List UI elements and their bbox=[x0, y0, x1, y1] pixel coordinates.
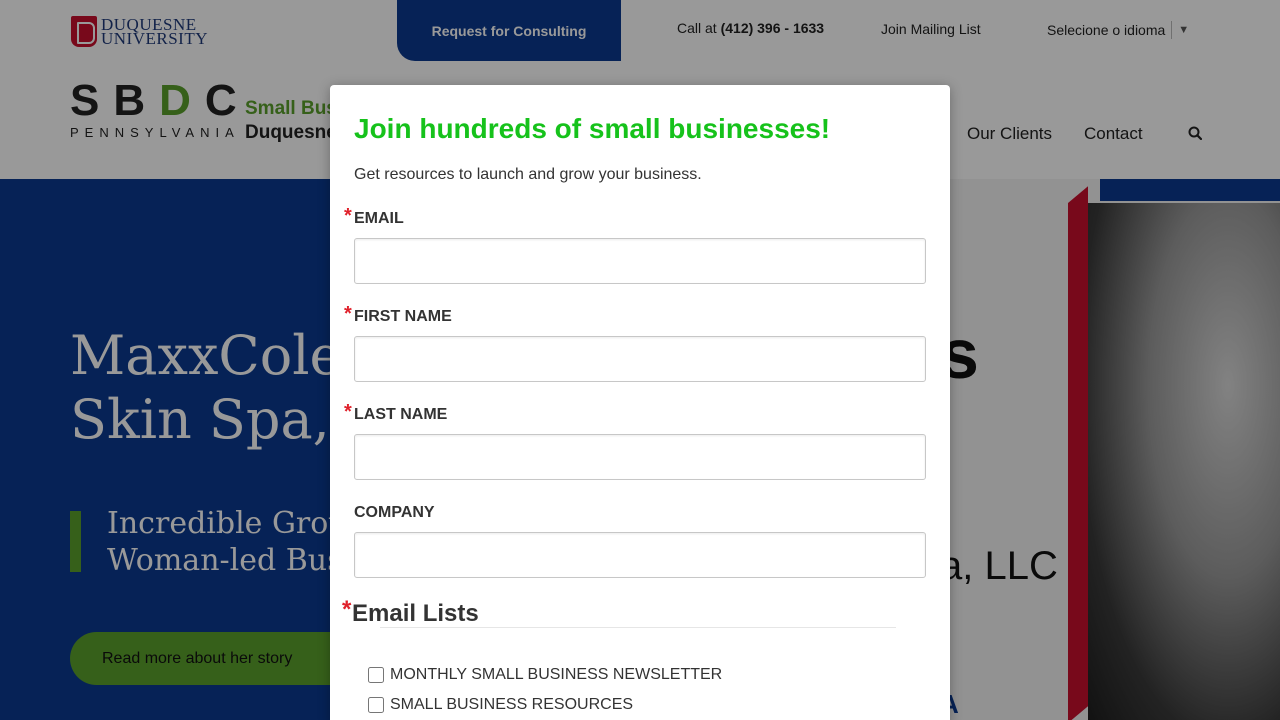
email-lists-divider bbox=[380, 627, 896, 628]
newsletter-label: MONTHLY SMALL BUSINESS NEWSLETTER bbox=[390, 666, 723, 683]
required-asterisk: * bbox=[344, 205, 352, 227]
first-name-field[interactable] bbox=[354, 336, 926, 382]
newsletter-checkbox[interactable] bbox=[368, 667, 384, 683]
email-label: * EMAIL bbox=[344, 205, 404, 227]
company-field[interactable] bbox=[354, 532, 926, 578]
resources-label: SMALL BUSINESS RESOURCES bbox=[390, 696, 634, 713]
modal-title: Join hundreds of small businesses! bbox=[354, 113, 831, 144]
list-option-newsletter[interactable]: MONTHLY SMALL BUSINESS NEWSLETTER bbox=[368, 666, 722, 684]
email-lists-title: * Email Lists bbox=[342, 596, 479, 627]
signup-modal: Join hundreds of small businesses! Get r… bbox=[330, 85, 950, 720]
required-asterisk: * bbox=[342, 596, 352, 623]
email-field[interactable] bbox=[354, 238, 926, 284]
last-name-label: * LAST NAME bbox=[344, 401, 448, 423]
first-name-label: * FIRST NAME bbox=[344, 303, 452, 325]
last-name-field[interactable] bbox=[354, 434, 926, 480]
modal-description: Get resources to launch and grow your bu… bbox=[354, 166, 702, 183]
list-option-resources[interactable]: SMALL BUSINESS RESOURCES bbox=[368, 696, 633, 714]
company-label: COMPANY bbox=[354, 504, 435, 521]
required-asterisk: * bbox=[344, 303, 352, 325]
required-asterisk: * bbox=[344, 401, 352, 423]
resources-checkbox[interactable] bbox=[368, 697, 384, 713]
